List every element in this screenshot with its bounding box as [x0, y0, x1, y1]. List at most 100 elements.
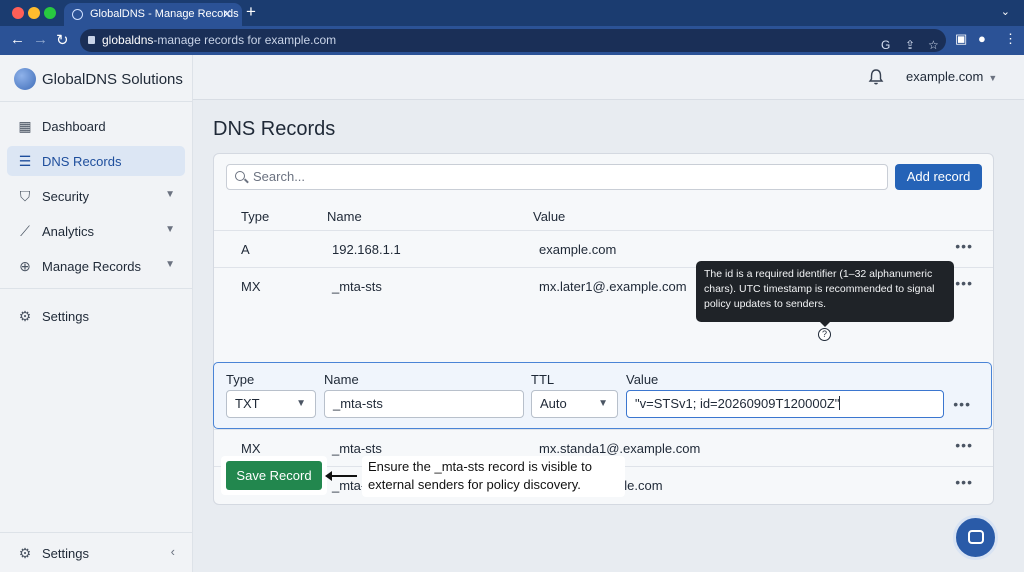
- chevron-down-icon: ▼: [165, 259, 175, 270]
- sidebar-item-label: Settings: [42, 308, 89, 324]
- url-rest: -manage records for example.com: [153, 33, 337, 47]
- gear-icon: ⚙: [18, 307, 32, 324]
- sidebar-footer-settings[interactable]: ⚙ Settings ‹: [7, 538, 185, 568]
- bookmark-star-icon[interactable]: ☆: [928, 34, 939, 57]
- ttl-select[interactable]: Auto ▼: [531, 390, 618, 418]
- search-placeholder: Search...: [253, 169, 306, 184]
- domain-label: example.com: [906, 69, 984, 84]
- sidebar-item-label: Analytics: [42, 223, 95, 239]
- browser-toolbar: ← → ↻ globaldns-manage records for examp…: [0, 26, 1024, 55]
- reload-icon[interactable]: ↻: [56, 31, 69, 49]
- column-header-name: Name: [327, 209, 362, 224]
- record-type: MX: [241, 279, 261, 294]
- value-field[interactable]: "v=STSv1; id=20260909T120000Z": [626, 390, 944, 418]
- sidebar-item-label: Security: [42, 188, 89, 204]
- collapse-chevron-left-icon[interactable]: ‹: [171, 544, 175, 559]
- globe-icon: ⊕: [19, 257, 31, 274]
- record-type: A: [241, 242, 250, 257]
- ttl-value: Auto: [540, 396, 567, 411]
- divider: [0, 101, 193, 102]
- row-menu-icon[interactable]: •••: [953, 396, 971, 412]
- search-icon: [235, 171, 245, 181]
- lock-icon: [88, 36, 95, 44]
- chevron-down-icon: ▼: [296, 398, 306, 409]
- value-text: "v=STSv1; id=20260909T120000Z": [635, 396, 840, 411]
- dashboard-icon: ▦: [18, 117, 32, 134]
- ttl-label: TTL: [531, 372, 555, 387]
- divider: [0, 288, 193, 289]
- help-question-icon[interactable]: ?: [818, 328, 831, 341]
- row-menu-icon[interactable]: •••: [955, 474, 973, 490]
- divider: [0, 532, 193, 533]
- search-input[interactable]: Search...: [226, 164, 888, 190]
- sidebar-item-manage-records[interactable]: ⊕ Manage Records ▼: [7, 251, 185, 281]
- tab-title: GlobalDNS - Manage Records: [90, 8, 239, 20]
- page-title: DNS Records: [213, 118, 336, 140]
- value-label: Value: [626, 372, 659, 387]
- chevron-down-icon: ▼: [165, 189, 175, 200]
- record-value: mx.later1@.example.com: [539, 279, 687, 294]
- back-icon[interactable]: ←: [10, 31, 25, 48]
- profile-icon[interactable]: ●: [978, 31, 986, 46]
- sidebar-item-analytics[interactable]: ⟋ Analytics ▼: [7, 216, 185, 246]
- records-card: Search... Add record Type Name Value A 1…: [213, 153, 994, 505]
- maximize-window-button[interactable]: [44, 7, 56, 19]
- save-button-highlight: Save Record: [221, 456, 327, 495]
- translate-icon[interactable]: G: [881, 34, 890, 57]
- add-record-button[interactable]: Add record: [895, 164, 982, 190]
- record-value: example.com: [539, 242, 617, 257]
- new-tab-icon[interactable]: +: [246, 2, 256, 22]
- shield-icon: ⛉: [19, 187, 31, 204]
- record-editor-row: Type Name TTL Value TXT ▼ _mta-sts Auto …: [213, 362, 992, 429]
- database-icon: ☰: [18, 152, 32, 169]
- row-menu-icon[interactable]: •••: [955, 238, 973, 254]
- minimize-window-button[interactable]: [28, 7, 40, 19]
- name-label: Name: [324, 372, 359, 387]
- type-select[interactable]: TXT ▼: [226, 390, 316, 418]
- callout-arrow: [325, 471, 357, 481]
- bell-icon[interactable]: [868, 68, 884, 86]
- address-bar[interactable]: globaldns-manage records for example.com…: [80, 29, 946, 52]
- sidebar-footer-label: Settings: [42, 545, 89, 561]
- close-tab-icon[interactable]: ✕: [222, 3, 232, 26]
- sidebar-item-dns-records[interactable]: ☰ DNS Records: [7, 146, 185, 176]
- brand-name: GlobalDNS Solutions: [42, 70, 183, 88]
- domain-selector[interactable]: example.com ▼: [906, 69, 997, 84]
- chat-support-button[interactable]: [953, 515, 998, 560]
- share-icon[interactable]: ⇪: [905, 34, 915, 57]
- tab-list-chevron-icon[interactable]: ⌄: [1001, 5, 1010, 18]
- url-host: globaldns: [102, 33, 154, 47]
- sidebar-item-dashboard[interactable]: ▦ Dashboard: [7, 111, 185, 141]
- chevron-down-icon: ▼: [598, 398, 608, 409]
- more-menu-icon[interactable]: ⋮: [1004, 31, 1017, 47]
- type-label: Type: [226, 372, 255, 387]
- row-menu-icon[interactable]: •••: [955, 437, 973, 453]
- record-name: _mta-sts: [332, 279, 382, 294]
- chevron-down-icon: ▼: [988, 73, 998, 83]
- chevron-down-icon: ▼: [165, 224, 175, 235]
- save-record-button[interactable]: Save Record: [226, 461, 322, 490]
- close-window-button[interactable]: [12, 7, 24, 19]
- sidebar-item-label: Manage Records: [42, 258, 141, 274]
- row-menu-icon[interactable]: •••: [955, 275, 973, 291]
- sidebar-item-security[interactable]: ⛉ Security ▼: [7, 181, 185, 211]
- browser-titlebar: GlobalDNS - Manage Records ✕ + ⌄: [0, 0, 1024, 26]
- top-bar: example.com ▼: [193, 55, 1024, 100]
- sidebar: GlobalDNS Solutions ▦ Dashboard ☰ DNS Re…: [0, 55, 193, 572]
- chat-icon: [968, 530, 984, 544]
- gear-icon: ⚙: [18, 544, 32, 561]
- sidebar-item-settings[interactable]: ⚙ Settings: [7, 301, 185, 331]
- callout-note: Ensure the _mta-sts record is visible to…: [362, 456, 625, 497]
- browser-tab[interactable]: GlobalDNS - Manage Records ✕: [64, 3, 242, 26]
- globe-logo-icon: [14, 68, 36, 90]
- record-type: MX: [241, 441, 261, 456]
- column-header-type: Type: [241, 209, 270, 224]
- name-value: _mta-sts: [333, 396, 383, 411]
- sidebar-item-label: DNS Records: [42, 153, 122, 169]
- sidebar-toggle-icon[interactable]: ▣: [955, 31, 967, 47]
- record-value: mx.standa1@.example.com: [539, 441, 701, 456]
- column-header-value: Value: [533, 209, 566, 224]
- brand[interactable]: GlobalDNS Solutions: [14, 67, 183, 91]
- forward-icon[interactable]: →: [33, 31, 48, 48]
- name-field[interactable]: _mta-sts: [324, 390, 524, 418]
